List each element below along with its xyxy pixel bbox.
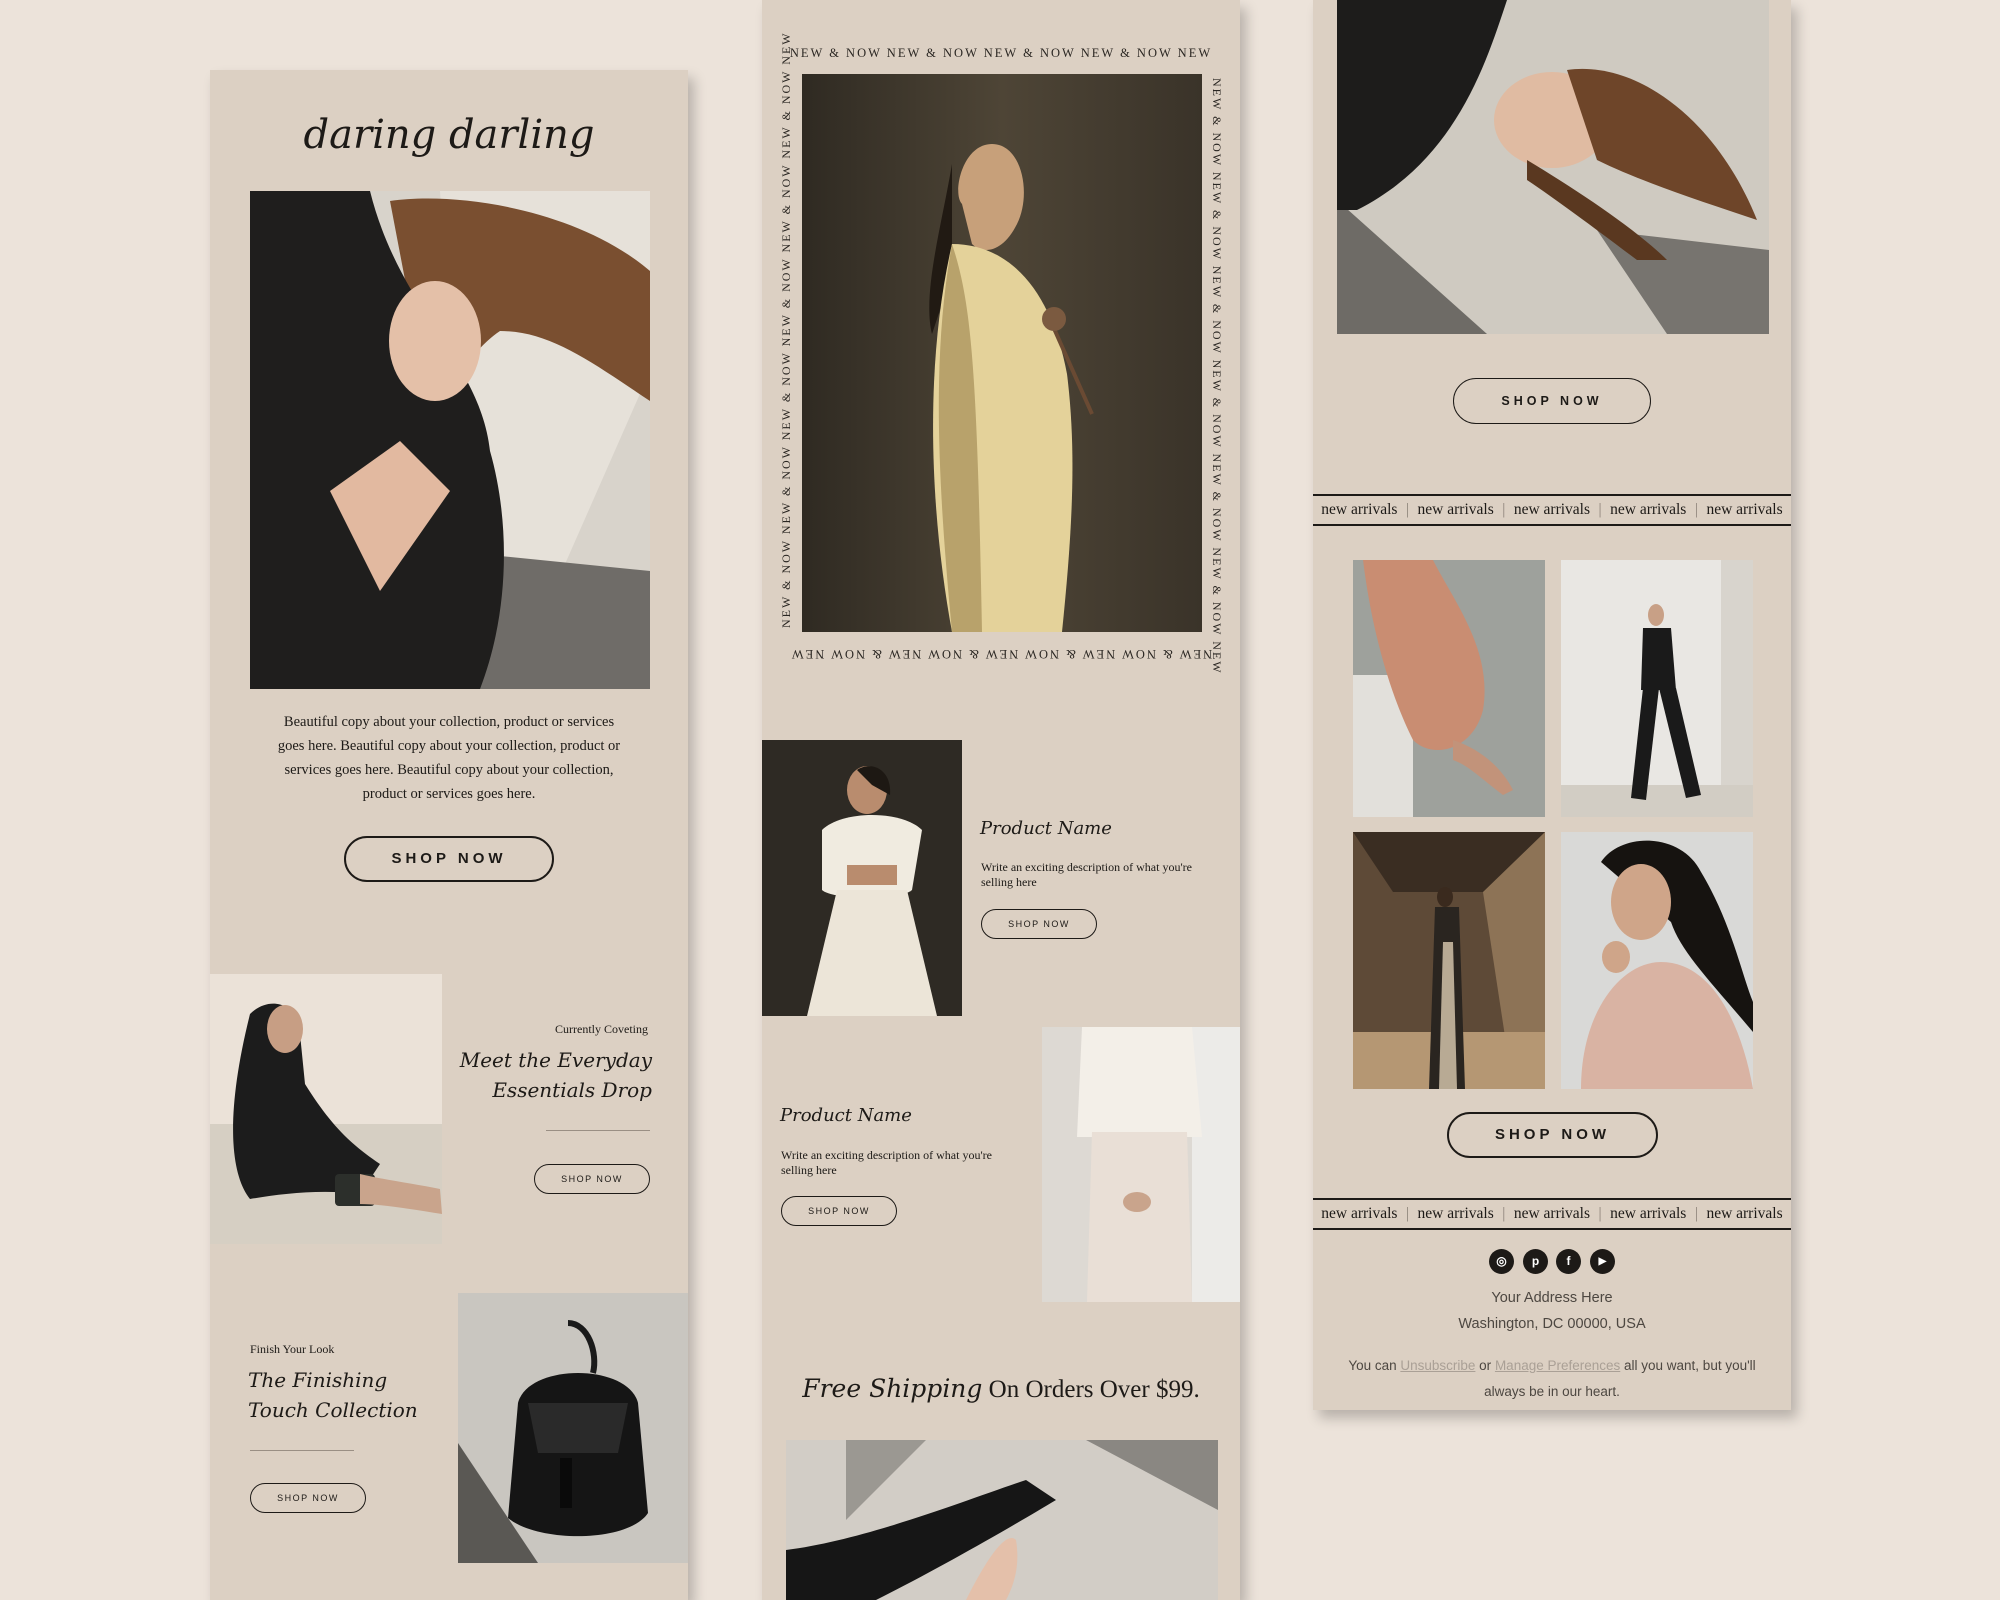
banner-item: new arrivals xyxy=(1417,501,1494,518)
banner-item: new arrivals xyxy=(1513,501,1591,518)
free-shipping-script: Free Shipping xyxy=(802,1374,983,1403)
feature2-shop-now-button[interactable]: SHOP NOW xyxy=(250,1483,366,1513)
ticker-right: NEW & NOW NEW & NOW NEW & NOW NEW & NOW … xyxy=(1210,78,1224,675)
footer-legal-line1: You can Unsubscribe or Manage Preference… xyxy=(1313,1358,1791,1373)
ticker-left: NEW & NOW NEW & NOW NEW & NOW NEW & NOW … xyxy=(779,31,793,628)
ticker-top: NEW & NOW NEW & NOW NEW & NOW NEW & NOW … xyxy=(789,46,1213,60)
manage-preferences-link[interactable]: Manage Preferences xyxy=(1495,1358,1620,1373)
banner-item: new arrivals xyxy=(1706,501,1783,518)
banner-item: new arrivals xyxy=(1417,1205,1494,1222)
new-arrivals-banner-top: new arrivals | new arrivals | new arrivals… xyxy=(1313,494,1791,526)
new-arrivals-banner-bottom: new arrivals | new arrivals | new arrivals… xyxy=(1313,1198,1791,1230)
shop-now-button-hero[interactable]: SHOP NOW xyxy=(344,836,554,882)
banner-item: new arrivals xyxy=(1513,1205,1591,1222)
product2-shop-now-button[interactable]: SHOP NOW xyxy=(781,1196,897,1226)
footer-address-line1: Your Address Here xyxy=(1491,1290,1613,1306)
feature1-photo-woman-sitting xyxy=(210,974,442,1244)
banner-item: new arrivals xyxy=(1321,501,1398,518)
pinterest-icon[interactable]: p xyxy=(1523,1249,1548,1274)
free-shipping-rest: On Orders Over $99. xyxy=(982,1376,1200,1403)
feature1-divider xyxy=(546,1130,650,1131)
unsubscribe-link[interactable]: Unsubscribe xyxy=(1400,1358,1475,1373)
youtube-icon[interactable]: ▶ xyxy=(1590,1249,1615,1274)
feature1-shop-now-button[interactable]: SHOP NOW xyxy=(534,1164,650,1194)
hero-photo-woman-cream-jacket xyxy=(802,74,1202,632)
top-photo-woman-lying xyxy=(1337,0,1769,334)
email-column-1: daring darling Beautiful copy about your… xyxy=(210,70,688,1600)
brand-script-title: daring darling xyxy=(303,112,595,158)
facebook-icon[interactable]: f xyxy=(1556,1249,1581,1274)
email-column-3: SHOP NOW new arrivals | new arrivals | new… xyxy=(1313,0,1791,1410)
grid-photo-walking-black-suit xyxy=(1561,560,1753,817)
feature2-title-line2: Touch Collection xyxy=(248,1398,418,1422)
feature1-title-line2: Essentials Drop xyxy=(492,1078,652,1102)
banner-item: new arrivals xyxy=(1610,501,1687,518)
feature2-photo-black-backpack xyxy=(458,1293,688,1563)
banner-item: new arrivals xyxy=(1706,1205,1783,1222)
ticker-bottom: NEW & NOW NEW & NOW NEW & NOW NEW & NOW … xyxy=(789,647,1213,661)
feature1-eyebrow: Currently Coveting xyxy=(555,1022,648,1036)
intro-copy: Beautiful copy about your collection, pr… xyxy=(277,714,621,802)
product2-desc-line1: Write an exciting description of what yo… xyxy=(781,1148,992,1162)
product1-name: Product Name xyxy=(980,818,1112,839)
email-column-2: NEW & NOW NEW & NOW NEW & NOW NEW & NOW … xyxy=(762,0,1240,1600)
feature2-title-line1: The Finishing xyxy=(248,1368,388,1392)
free-shipping-headline: Free Shipping On Orders Over $99. xyxy=(762,1374,1240,1404)
banner-item: new arrivals xyxy=(1610,1205,1687,1222)
product1-desc-line2: selling here xyxy=(981,875,1037,889)
product2-photo-white-outfit xyxy=(1042,1027,1240,1302)
bottom-photo-legs-shadow xyxy=(786,1440,1218,1600)
shop-now-button-top[interactable]: SHOP NOW xyxy=(1453,378,1651,424)
feature1-title-line1: Meet the Everyday xyxy=(459,1048,652,1072)
footer-or: or xyxy=(1475,1358,1495,1373)
footer-prefix: You can xyxy=(1348,1358,1401,1373)
instagram-icon[interactable]: ◎ xyxy=(1489,1249,1514,1274)
product1-shop-now-button[interactable]: SHOP NOW xyxy=(981,909,1097,939)
footer-legal-line2: always be in our heart. xyxy=(1484,1384,1620,1399)
shop-now-button-bottom[interactable]: SHOP NOW xyxy=(1447,1112,1658,1158)
grid-photo-hallway-dress xyxy=(1353,832,1545,1089)
feature2-divider xyxy=(250,1450,354,1451)
grid-photo-pink-blouse-portrait xyxy=(1561,832,1753,1089)
banner-item: new arrivals xyxy=(1321,1205,1398,1222)
feature2-eyebrow: Finish Your Look xyxy=(250,1342,335,1356)
hero-photo-woman-black-blazer xyxy=(250,191,650,689)
product1-photo-white-dress xyxy=(762,740,962,1016)
footer-address-line2: Washington, DC 00000, USA xyxy=(1458,1316,1646,1332)
product1-desc-line1: Write an exciting description of what yo… xyxy=(981,860,1192,874)
product2-name: Product Name xyxy=(780,1105,912,1126)
footer-suffix: all you want, but you'll xyxy=(1620,1358,1756,1373)
product2-desc-line2: selling here xyxy=(781,1163,837,1177)
grid-photo-pink-sleeve xyxy=(1353,560,1545,817)
